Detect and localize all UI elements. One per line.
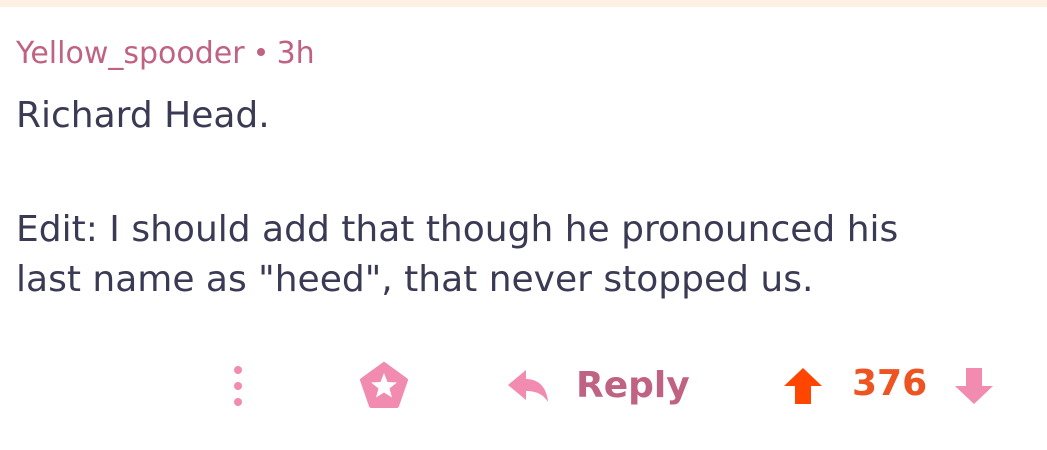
comment-age: 3h: [276, 36, 315, 71]
downvote-icon[interactable]: [953, 366, 995, 406]
reply-button[interactable]: Reply: [504, 358, 690, 414]
vote-score: 376: [852, 363, 928, 404]
separator-dot: [256, 47, 265, 56]
comment-body-line: Edit: I should add that though he pronou…: [16, 209, 899, 250]
comment-actions-bar: Reply 376: [0, 350, 1047, 420]
more-options-icon[interactable]: [226, 364, 250, 408]
comment-meta: Yellow_spooder 3h: [16, 34, 315, 74]
top-divider: [0, 0, 1047, 7]
award-icon[interactable]: [359, 362, 409, 408]
reply-icon: [508, 370, 548, 402]
comment-body-line: last name as "heed", that never stopped …: [16, 259, 814, 300]
reply-label: Reply: [576, 365, 690, 406]
upvote-icon[interactable]: [782, 366, 824, 406]
comment-body-line: Richard Head.: [16, 95, 270, 136]
comment-author[interactable]: Yellow_spooder: [16, 36, 245, 71]
